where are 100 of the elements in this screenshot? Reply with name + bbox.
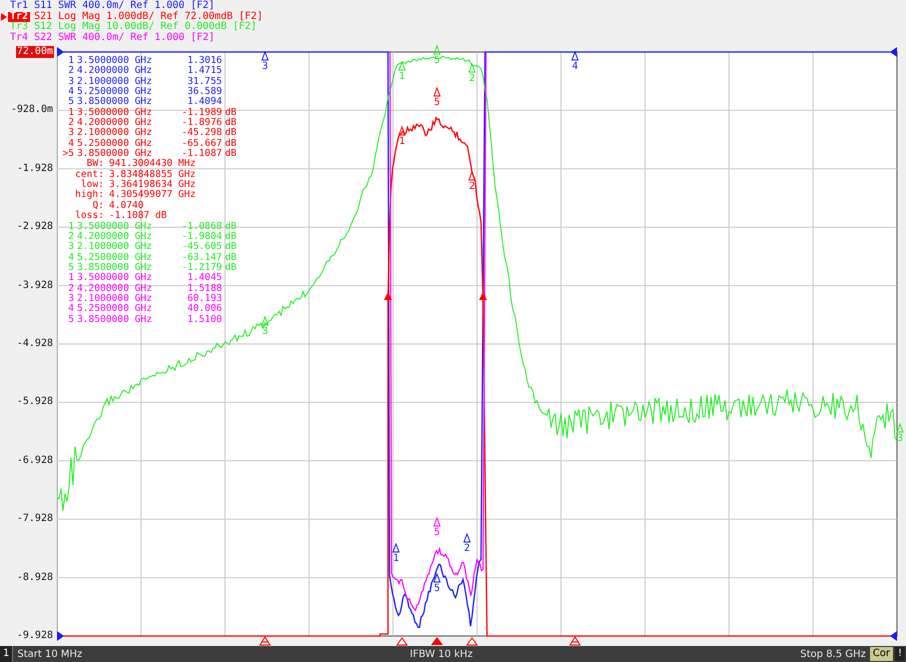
correction-indicator: Cor (870, 647, 893, 661)
marker-frequency: 2.1000000 GHz (77, 128, 154, 138)
marker-triangle-icon (392, 542, 400, 552)
marker-number: 4 (67, 304, 74, 315)
marker-label: 3 (262, 326, 268, 337)
marker-frequency: 3.8500000 GHz (77, 262, 154, 273)
marker-value: -1.0868 (180, 222, 222, 232)
marker-triangle-icon (433, 44, 441, 54)
marker-triangle-icon (468, 170, 476, 180)
marker-unit: dB (225, 118, 238, 128)
marker-label: 3 (262, 61, 268, 72)
stat-label: low: (80, 180, 104, 190)
start-frequency[interactable]: Start 10 MHz (13, 648, 86, 660)
stat-value: 4.0740 (109, 200, 144, 211)
reference-arrow-icon (890, 631, 897, 641)
marker-value: -45.605 (180, 242, 222, 252)
marker-unit: dB (225, 242, 238, 252)
marker-number: 2 (67, 232, 74, 242)
marker-number: 1 (67, 222, 74, 232)
marker-value: 36.589 (186, 87, 222, 98)
y-axis-label: -4.928 (16, 338, 54, 350)
stimulus-marker-icon (466, 637, 478, 646)
marker-label: 1 (398, 136, 406, 147)
stat-value: 941.3004430 MHz (109, 159, 197, 170)
ifbw-setting[interactable]: IFBW 10 kHz (406, 648, 477, 660)
marker-value: -1.8976 (180, 118, 222, 128)
marker-number: 3 (67, 76, 74, 87)
marker-number: 1 (67, 56, 74, 66)
marker-number: 2 (67, 284, 74, 294)
marker-value: -63.147 (180, 252, 222, 263)
marker-label: 2 (468, 73, 476, 84)
reference-arrow-icon (57, 631, 64, 641)
marker-triangle-icon (468, 62, 476, 72)
marker-number: 5 (67, 97, 74, 108)
marker-value: 31.755 (186, 76, 222, 87)
trace-description: S12 Log Mag 10.00dB/ Ref 0.000dB [F2] (34, 22, 257, 32)
stimulus-marker-icon (396, 637, 408, 646)
y-axis-label: -928.0m (10, 104, 54, 116)
stat-label: BW: (86, 159, 104, 170)
channel-number[interactable]: 1 (0, 646, 14, 662)
marker-triangle-icon (896, 422, 904, 432)
trace-name[interactable]: Tr1 (8, 1, 30, 12)
marker-unit: dB (225, 149, 238, 160)
marker-unit: dB (225, 138, 238, 149)
y-axis-label: -1.928 (16, 162, 54, 175)
marker-frequency: 3.8500000 GHz (77, 149, 152, 160)
marker-frequency: 2.1000000 GHz (77, 242, 154, 252)
marker-number: 3 (67, 128, 74, 139)
marker-value: 40.006 (186, 304, 222, 314)
marker-number: 3 (67, 294, 74, 304)
stop-frequency[interactable]: Stop 8.5 GHz (796, 648, 870, 660)
marker-frequency: 3.5000000 GHz (77, 222, 154, 232)
marker-number: 4 (67, 138, 74, 149)
y-axis-label: -5.928 (16, 396, 54, 408)
marker-value: -1.9804 (180, 232, 222, 242)
marker-label: 3 (896, 433, 904, 444)
marker-unit: dB (225, 252, 238, 263)
y-axis-label: -2.928 (16, 221, 54, 234)
marker-label: 5 (434, 97, 440, 108)
marker-frequency: 4.2000000 GHz (77, 118, 154, 128)
marker-unit: dB (225, 222, 238, 232)
marker-frequency: 3.5000000 GHz (77, 56, 154, 66)
marker-value: 1.4715 (186, 66, 222, 76)
marker-value: -1.2179 (180, 262, 222, 273)
stat-value: 3.834848855 GHz (109, 170, 197, 180)
marker-triangle-icon (398, 126, 406, 136)
marker-number: 1 (67, 108, 74, 118)
marker-value: -1.1087 (182, 149, 222, 160)
warning-indicator: ! (894, 647, 905, 661)
marker-value: 60.193 (186, 294, 222, 304)
marker-triangle-icon (261, 50, 269, 60)
stat-value: -1.1087 dB (109, 211, 168, 222)
marker-frequency: 2.1000000 GHz (77, 294, 154, 304)
marker-number: 4 (67, 87, 74, 98)
marker-frequency: 4.2000000 GHz (77, 232, 154, 242)
marker-value: 1.4045 (186, 273, 222, 284)
y-axis-label: -9.928 (16, 630, 54, 642)
trace-description: S11 SWR 400.0m/ Ref 1.000 [F2] (34, 1, 215, 11)
marker-number: 5 (67, 314, 74, 325)
marker-frequency: 4.2000000 GHz (77, 66, 154, 76)
marker-triangle-icon (398, 60, 406, 70)
marker-number: 1 (67, 273, 74, 284)
marker-triangle-icon (433, 516, 441, 526)
stat-label: Q: (92, 200, 104, 211)
marker-value: -1.1989 (180, 108, 222, 118)
stimulus-marker-icon (260, 636, 270, 646)
trace-description: S21 Log Mag 1.000dB/ Ref 72.00mdB [F2] (34, 12, 263, 22)
marker-value: -45.298 (180, 128, 222, 138)
marker-number: 5 (67, 262, 74, 273)
stat-label: loss: (74, 211, 104, 222)
marker-value: 1.4094 (186, 97, 222, 108)
y-axis-label: -6.928 (16, 454, 54, 467)
marker-label: 5 (434, 527, 440, 538)
marker-label: 1 (392, 553, 400, 564)
marker-frequency: 3.5000000 GHz (77, 108, 154, 118)
marker-frequency: 3.8500000 GHz (77, 314, 154, 325)
y-axis-label: -7.928 (16, 513, 54, 526)
marker-label: 2 (468, 181, 476, 192)
marker-frequency: 4.2000000 GHz (77, 284, 154, 294)
marker-unit: dB (225, 108, 238, 118)
